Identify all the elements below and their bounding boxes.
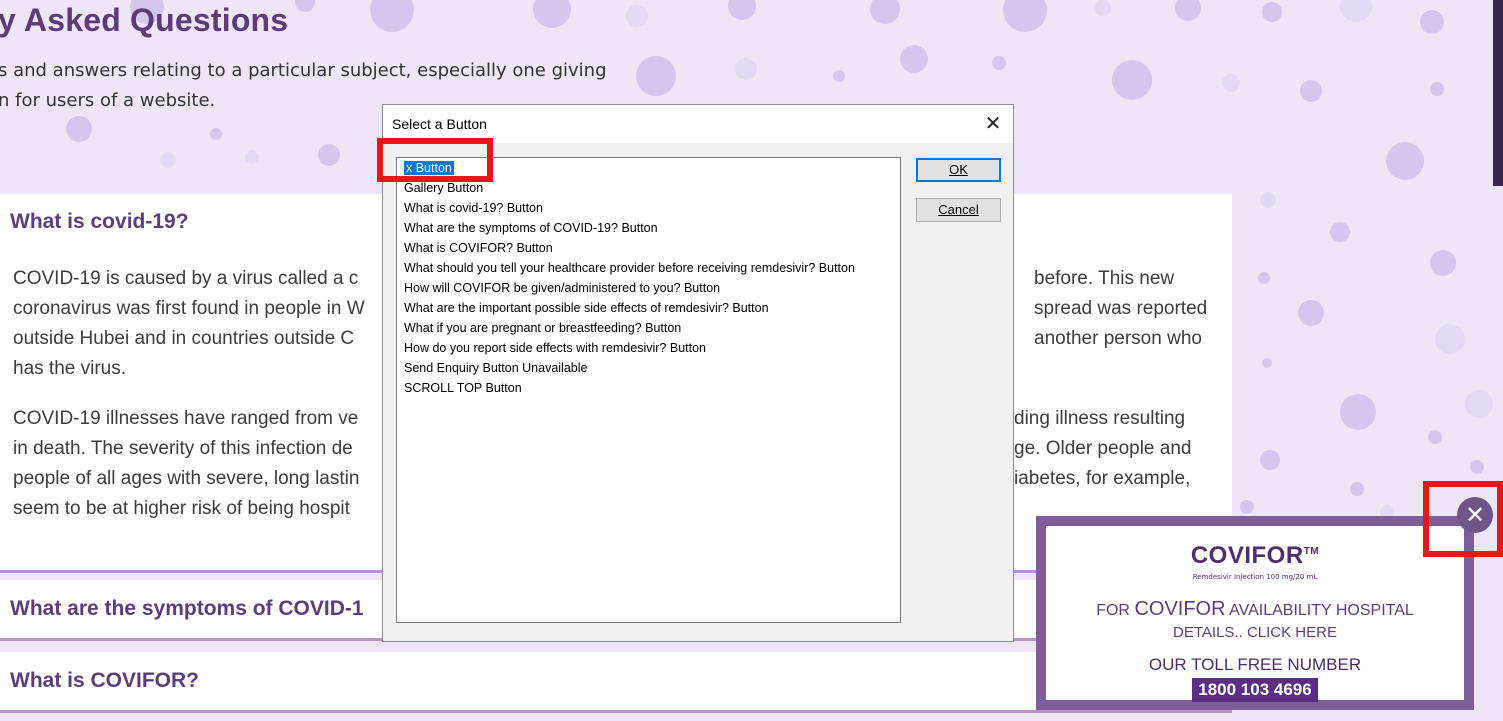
scrollbar-thumb[interactable]: [1493, 0, 1503, 186]
covifor-ad-popup[interactable]: COVIFORTM Remdesivir Injection 100 mg/20…: [1036, 516, 1474, 710]
button-listbox[interactable]: x Button Gallery Button What is covid-19…: [396, 157, 901, 623]
ad-headline-prefix: FOR: [1096, 602, 1130, 619]
dialog-title: Select a Button: [392, 116, 487, 132]
text-line: another person who: [1034, 328, 1202, 349]
logo-tm: TM: [1303, 546, 1320, 557]
text-line: in death. The severity of this infection…: [13, 438, 353, 459]
page-subtitle-line: s and answers relating to a particular s…: [0, 60, 607, 81]
text-line: iabetes, for example,: [1014, 468, 1191, 489]
ad-phone-number[interactable]: 1800 103 4696: [1192, 678, 1318, 702]
list-item[interactable]: SCROLL TOP Button: [404, 380, 522, 396]
ok-button[interactable]: OK: [916, 158, 1001, 182]
faq-answer-paragraph-right: before. This new spread was reported ano…: [1034, 264, 1207, 354]
list-item[interactable]: Gallery Button: [404, 180, 483, 196]
covifor-logo: COVIFORTM: [1046, 542, 1464, 570]
faq-answer-paragraph-right: ding illness resulting ge. Older people …: [1014, 404, 1191, 494]
text-line: before. This new: [1034, 268, 1175, 289]
divider: [0, 710, 1232, 713]
list-item[interactable]: What are the important possible side eff…: [404, 300, 769, 316]
text-line: ge. Older people and: [1014, 438, 1192, 459]
faq-question-covid19[interactable]: What is covid-19?: [10, 210, 189, 234]
faq-answer-paragraph: COVID-19 is caused by a virus called a c…: [13, 264, 365, 384]
page-title: y Asked Questions: [0, 2, 289, 38]
list-item[interactable]: What is COVIFOR? Button: [404, 240, 553, 256]
faq-answer-paragraph: COVID-19 illnesses have ranged from ve i…: [13, 404, 359, 524]
logo-subtitle: Remdesivir Injection 100 mg/20 mL: [1192, 573, 1318, 581]
highlight-marker: [377, 138, 493, 182]
list-item[interactable]: Send Enquiry Button Unavailable: [404, 360, 587, 376]
ad-content[interactable]: COVIFORTM Remdesivir Injection 100 mg/20…: [1046, 526, 1464, 702]
text-line: spread was reported: [1034, 298, 1208, 319]
list-item[interactable]: What are the symptoms of COVID-19? Butto…: [404, 220, 658, 236]
text-line: COVID-19 is caused by a virus called a c: [13, 268, 359, 289]
ad-headline-brand: COVIFOR: [1134, 598, 1226, 620]
list-item[interactable]: What if you are pregnant or breastfeedin…: [404, 320, 681, 336]
list-item[interactable]: How do you report side effects with remd…: [404, 340, 706, 356]
list-item[interactable]: How will COVIFOR be given/administered t…: [404, 280, 720, 296]
text-line: COVID-19 illnesses have ranged from ve: [13, 408, 359, 429]
ad-click-here-link[interactable]: DETAILS.. CLICK HERE: [1046, 624, 1464, 641]
logo-text: COVIFOR: [1190, 542, 1304, 569]
cancel-button[interactable]: Cancel: [916, 198, 1001, 222]
list-item[interactable]: What should you tell your healthcare pro…: [404, 260, 855, 276]
text-line: coronavirus was first found in people in…: [13, 298, 365, 319]
text-line: ding illness resulting: [1014, 408, 1186, 429]
highlight-marker: [1423, 481, 1503, 557]
faq-question-covifor[interactable]: What is COVIFOR?: [10, 669, 199, 693]
select-button-dialog: Select a Button ✕ x Button Gallery Butto…: [382, 104, 1014, 642]
text-line: people of all ages with severe, long las…: [13, 468, 360, 489]
text-line: seem to be at higher risk of being hospi…: [13, 498, 350, 519]
ad-headline-suffix: AVAILABILITY HOSPITAL: [1229, 602, 1414, 619]
text-line: outside Hubei and in countries outside C: [13, 328, 355, 349]
text-line: has the virus.: [13, 358, 126, 379]
ad-headline: FOR COVIFOR AVAILABILITY HOSPITAL: [1046, 598, 1464, 621]
ad-tollfree-label: OUR TOLL FREE NUMBER: [1148, 655, 1362, 674]
close-icon[interactable]: ✕: [979, 111, 1007, 137]
faq-question-symptoms[interactable]: What are the symptoms of COVID-1: [10, 597, 364, 621]
list-item[interactable]: What is covid-19? Button: [404, 200, 543, 216]
